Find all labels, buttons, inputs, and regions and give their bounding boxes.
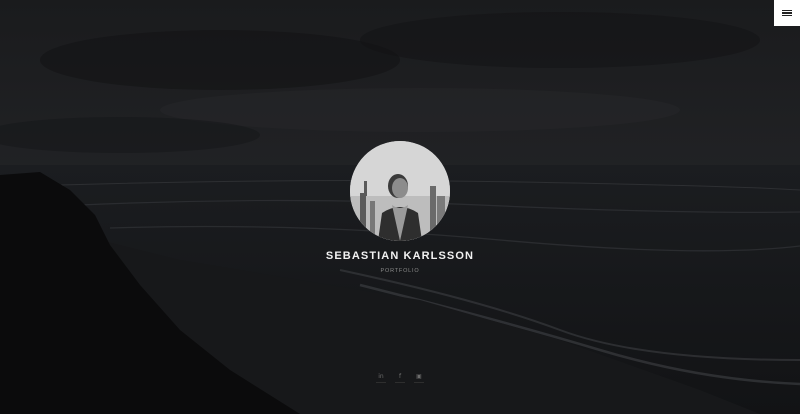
facebook-link[interactable]: f [395,373,405,383]
profile-block: SEBASTIAN KARLSSON PORTFOLIO [0,141,800,274]
linkedin-icon: in [378,373,384,380]
menu-button[interactable] [774,0,800,26]
hero-section: SEBASTIAN KARLSSON PORTFOLIO in f ▣ [0,0,800,414]
instagram-icon: ▣ [416,373,422,380]
facebook-icon: f [398,373,402,380]
instagram-link[interactable]: ▣ [414,373,424,383]
avatar [350,141,450,241]
profile-name: SEBASTIAN KARLSSON [325,250,475,262]
avatar-photo [350,141,450,241]
profile-subtitle: PORTFOLIO [380,268,420,274]
linkedin-link[interactable]: in [376,373,386,383]
social-links: in f ▣ [0,373,800,383]
hamburger-menu-icon [782,9,792,17]
